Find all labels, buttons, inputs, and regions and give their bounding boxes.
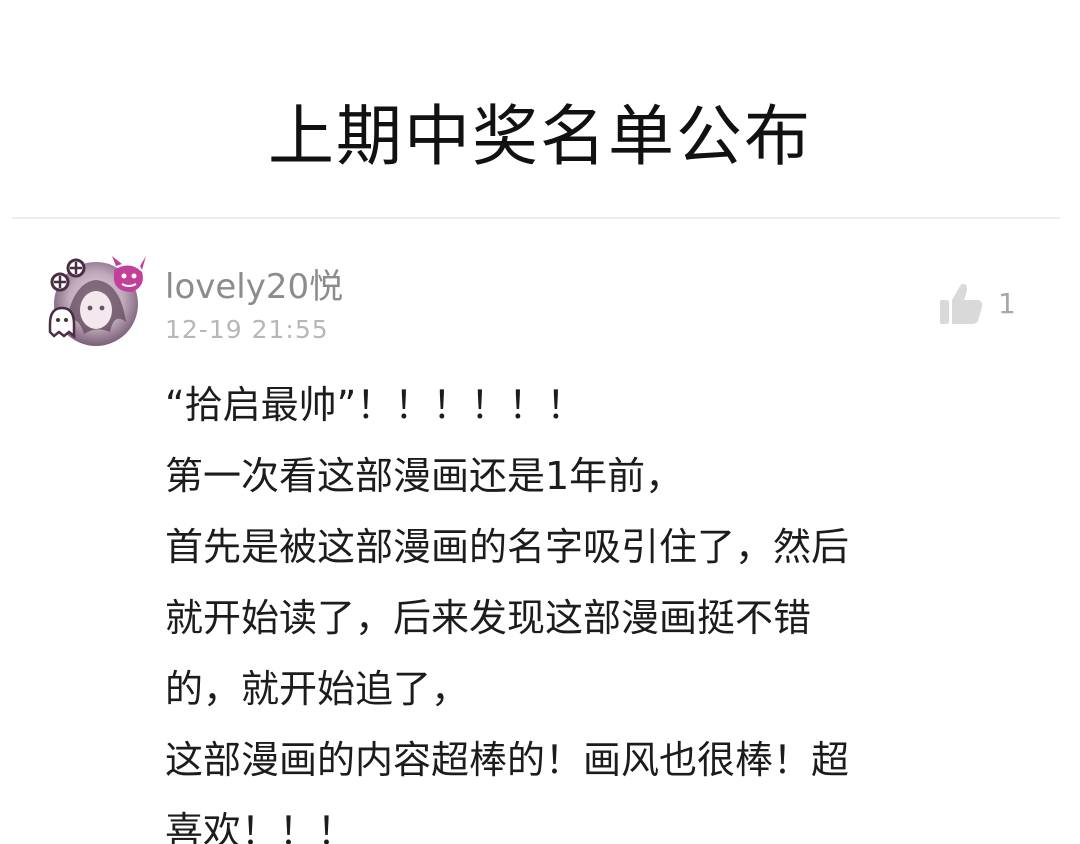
comment-line: 第一次看这部漫画还是1年前， — [165, 454, 684, 498]
page-title: 上期中奖名单公布 — [268, 98, 812, 175]
comment-username[interactable]: lovely20悦 — [165, 264, 343, 310]
comment-line: 的，就开始追了， — [165, 667, 470, 711]
comment-line: 就开始读了，后来发现这部漫画挺不错 — [165, 596, 812, 640]
thumbs-up-icon — [938, 282, 984, 326]
comment-line: 这部漫画的内容超棒的！画风也很棒！超 — [165, 738, 850, 782]
like-button[interactable]: 1 — [938, 280, 1028, 330]
comment-item: lovely20悦 12-19 21:55 1 “拾启最帅”！！！！！！ 第一次… — [0, 230, 1080, 844]
comment-text: “拾启最帅”！！！！！！ 第一次看这部漫画还是1年前， 首先是被这部漫画的名字吸… — [165, 370, 1005, 844]
header-divider — [12, 217, 1060, 219]
comment-line: “拾启最帅”！！！！！！ — [165, 383, 585, 427]
avatar[interactable] — [44, 252, 148, 348]
avatar-image — [48, 256, 146, 346]
comment-line: 首先是被这部漫画的名字吸引住了，然后 — [165, 525, 850, 569]
comment-timestamp: 12-19 21:55 — [165, 315, 329, 344]
comment-line: 喜欢！！！ — [165, 809, 356, 844]
like-count: 1 — [998, 287, 1016, 320]
